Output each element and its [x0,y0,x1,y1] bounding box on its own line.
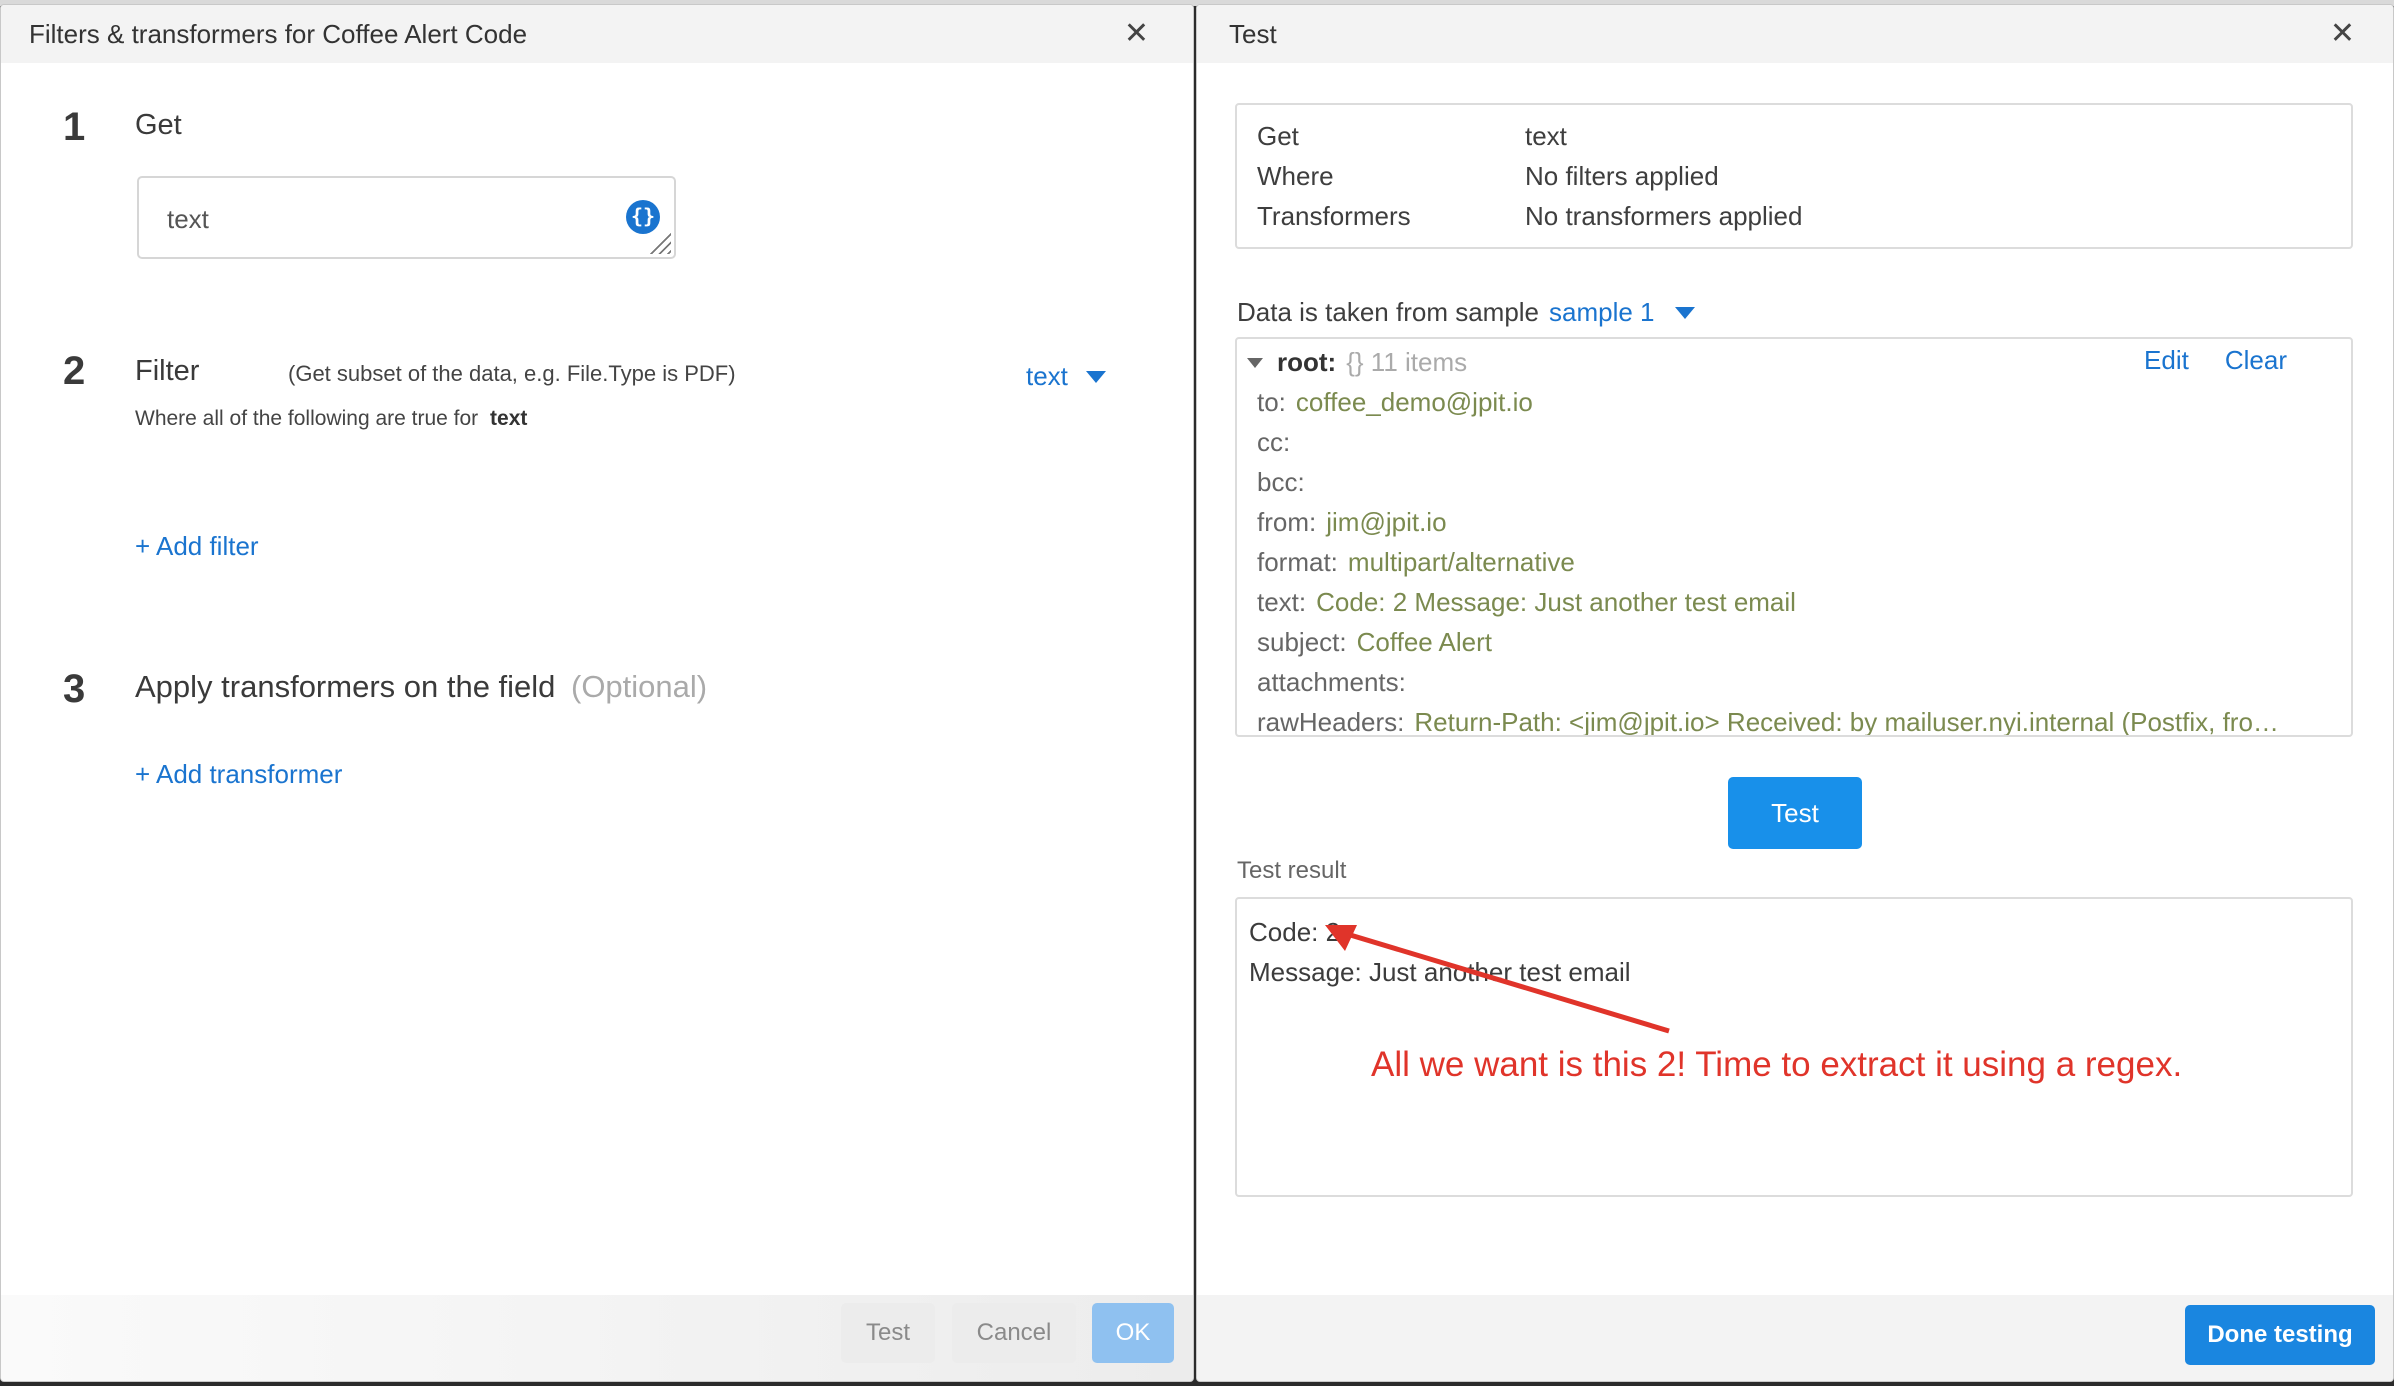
dialog-footer: Test Cancel OK [1,1295,1193,1381]
sample-select[interactable]: sample 1 [1549,297,1695,328]
dialog-title: Test [1229,18,1277,49]
summary-key: Where [1257,161,1334,191]
collapse-caret-icon[interactable] [1247,357,1263,368]
sample-data-tree: root: {} 11 items Edit Clear to: coffee_d… [1235,337,2353,737]
tree-row-value: coffee_demo@jpit.io [1295,387,1533,417]
step-number: 2 [63,349,86,393]
caret-down-icon [1085,370,1106,383]
summary-key: Transformers [1257,201,1411,231]
filter-field-select[interactable]: text [1026,361,1106,392]
tree-row-key: cc: [1257,427,1291,457]
summary-value: No filters applied [1525,161,1719,191]
root-key: root: [1277,347,1337,377]
ok-button[interactable]: OK [1092,1303,1174,1363]
sample-source: Data is taken from sample sample 1 [1237,297,1695,328]
tree-row-value: jim@jpit.io [1326,507,1447,537]
tree-row: from: jim@jpit.io [1257,507,2347,538]
tree-row-key: rawHeaders: [1257,707,1405,737]
edit-link[interactable]: Edit [2144,345,2189,376]
tree-row-key: subject: [1257,627,1347,657]
braces-icon[interactable]: {} [626,200,660,234]
tree-row-key: attachments: [1257,667,1406,697]
test-dialog: Test ✕ Get text Where No filters applied… [1196,4,2394,1382]
clear-link[interactable]: Clear [2225,345,2287,376]
tree-row-key: format: [1257,547,1338,577]
filter-hint: (Get subset of the data, e.g. File.Type … [288,361,736,386]
filter-subtitle-field: text [490,407,528,430]
tree-row-value: multipart/alternative [1347,547,1575,577]
tree-row-value: Code: 2 Message: Just another test email [1316,587,1796,617]
caret-down-icon [1674,306,1695,319]
result-line: Code: 2 [1249,917,1341,947]
step-title: Apply transformers on the field [135,669,556,704]
add-transformer-link[interactable]: + Add transformer [135,759,342,790]
filter-subtitle: Where all of the following are true for … [135,407,527,431]
tree-actions: Edit Clear [2144,345,2287,376]
dialog-title: Filters & transformers for Coffee Alert … [29,18,528,49]
tree-row-key: text: [1257,587,1307,617]
step-title: Filter [135,355,200,387]
close-icon[interactable]: ✕ [1124,19,1149,49]
test-result-label: Test result [1237,857,1347,884]
step-title: Get [135,109,182,141]
dialog-header: Filters & transformers for Coffee Alert … [1,5,1193,63]
summary-value: No transformers applied [1525,201,1803,231]
tree-row-key: to: [1257,387,1286,417]
tree-row: to: coffee_demo@jpit.io [1257,387,2347,418]
sample-prefix: Data is taken from sample [1237,297,1540,327]
tree-row-key: from: [1257,507,1317,537]
tree-row: attachments: [1257,667,2347,698]
get-field-value: text [167,204,209,234]
tree-row-value: Return-Path: <jim@jpit.io> Received: by … [1414,707,2279,737]
resize-handle-icon[interactable] [649,232,671,254]
close-icon[interactable]: ✕ [2330,19,2355,49]
get-field-input[interactable]: text {} [137,176,676,259]
tree-row: cc: [1257,427,2347,458]
result-line: Message: Just another test email [1249,957,1631,987]
filter-subtitle-prefix: Where all of the following are true for [135,407,479,430]
tree-row-key: bcc: [1257,467,1305,497]
optional-label: (Optional) [571,669,708,704]
test-button[interactable]: Test [841,1303,935,1363]
dialog-header: Test ✕ [1197,5,2393,63]
run-test-button[interactable]: Test [1728,777,1862,849]
tree-row: format: multipart/alternative [1257,547,2347,578]
filters-transformers-dialog: Filters & transformers for Coffee Alert … [0,4,1194,1382]
summary-value: text [1525,121,1567,151]
summary-key: Get [1257,121,1299,151]
tree-row-value: Coffee Alert [1356,627,1492,657]
root-item-count: {} 11 items [1346,347,1468,377]
cancel-button[interactable]: Cancel [952,1303,1076,1363]
dialog-footer: Done testing [1197,1295,2393,1381]
sample-select-value: sample 1 [1549,297,1655,327]
annotation-text: All we want is this 2! Time to extract i… [1371,1045,2183,1084]
step-number: 1 [63,105,86,149]
tree-row: text: Code: 2 Message: Just another test … [1257,587,2347,618]
step-number: 3 [63,667,86,711]
tree-row: rawHeaders: Return-Path: <jim@jpit.io> Re… [1257,707,2347,737]
tree-row: bcc: [1257,467,2347,498]
tree-row: subject: Coffee Alert [1257,627,2347,658]
done-testing-button[interactable]: Done testing [2185,1305,2375,1365]
test-summary: Get text Where No filters applied Transf… [1235,103,2353,249]
tree-root: root: {} 11 items [1247,347,1467,378]
filter-field-select-value: text [1026,361,1068,391]
test-result-box: Code: 2 Message: Just another test email… [1235,897,2353,1197]
add-filter-link[interactable]: + Add filter [135,531,259,562]
